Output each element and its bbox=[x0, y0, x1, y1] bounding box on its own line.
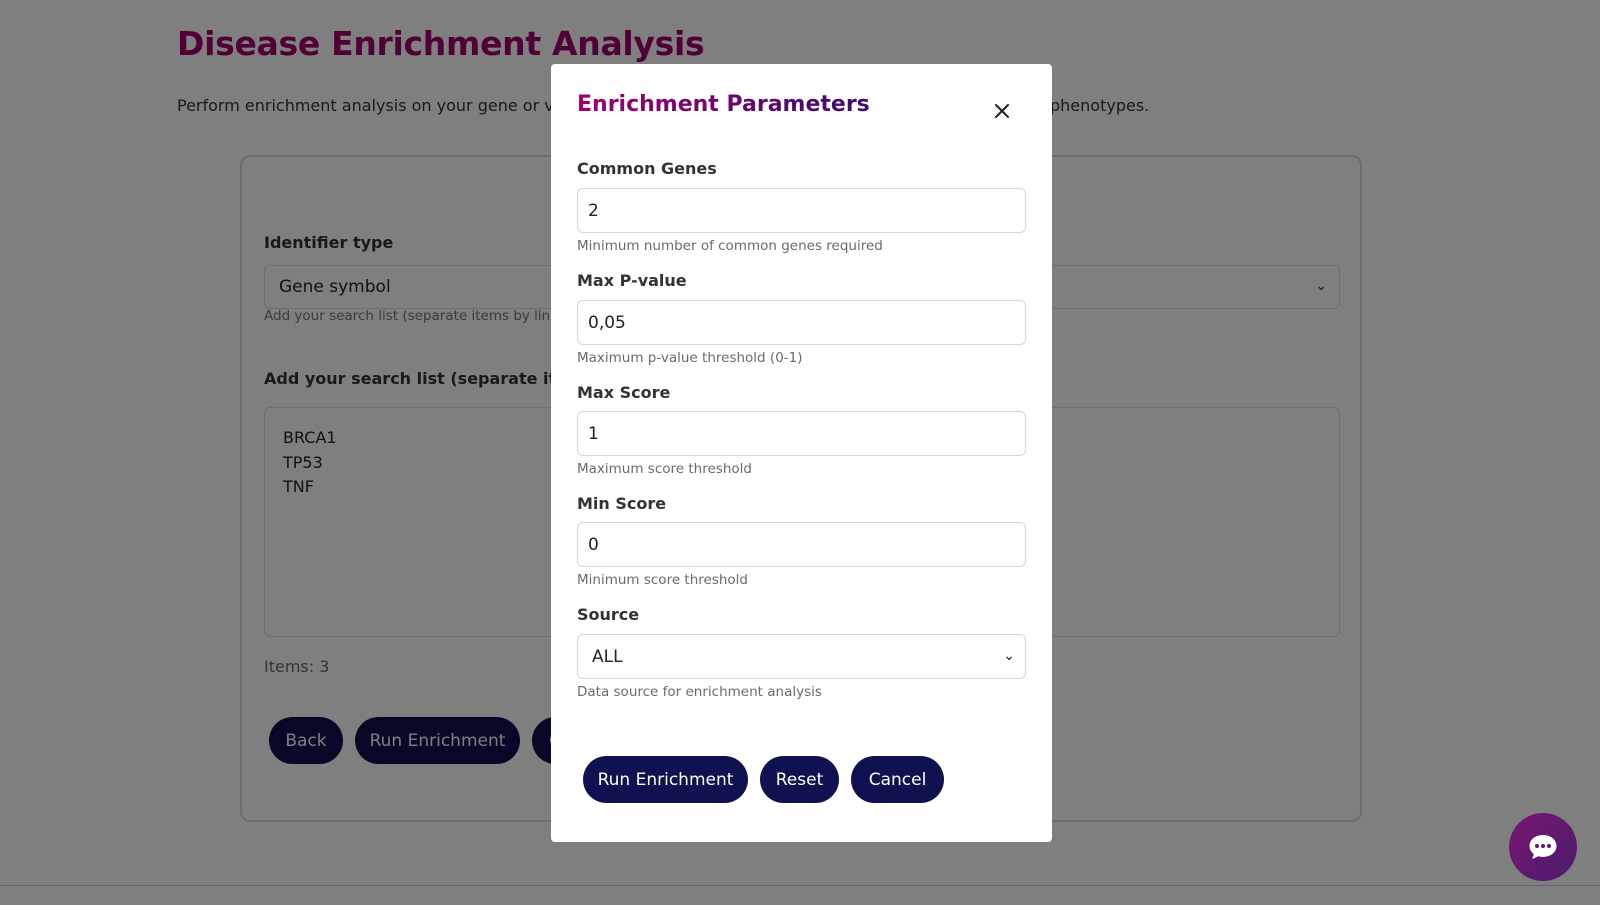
min-score-help: Minimum score threshold bbox=[577, 572, 748, 588]
modal-reset-button[interactable]: Reset bbox=[760, 756, 839, 803]
source-label: Source bbox=[577, 605, 640, 624]
chat-button[interactable] bbox=[1509, 813, 1577, 881]
common-genes-label: Common Genes bbox=[577, 159, 717, 178]
max-p-value-input[interactable] bbox=[577, 300, 1026, 345]
modal-cancel-button[interactable]: Cancel bbox=[851, 756, 944, 803]
close-button[interactable] bbox=[991, 100, 1013, 122]
source-help: Data source for enrichment analysis bbox=[577, 684, 822, 700]
common-genes-help: Minimum number of common genes required bbox=[577, 238, 883, 254]
close-icon bbox=[995, 104, 1009, 118]
enrichment-parameters-modal: Enrichment Parameters Common Genes Minim… bbox=[551, 64, 1052, 842]
modal-run-enrichment-button[interactable]: Run Enrichment bbox=[583, 756, 748, 803]
max-score-help: Maximum score threshold bbox=[577, 461, 752, 477]
max-p-value-label: Max P-value bbox=[577, 271, 687, 290]
max-score-input[interactable] bbox=[577, 411, 1026, 456]
max-p-value-help: Maximum p-value threshold (0-1) bbox=[577, 350, 803, 366]
chat-bubble-icon bbox=[1529, 835, 1557, 859]
chevron-down-icon: ⌄ bbox=[1003, 648, 1015, 664]
source-select-value: ALL bbox=[592, 647, 623, 667]
common-genes-input[interactable] bbox=[577, 188, 1026, 233]
max-score-label: Max Score bbox=[577, 383, 671, 402]
min-score-input[interactable] bbox=[577, 522, 1026, 567]
source-select[interactable]: ALL ⌄ bbox=[577, 634, 1026, 679]
modal-title: Enrichment Parameters bbox=[577, 92, 870, 117]
min-score-label: Min Score bbox=[577, 494, 667, 513]
